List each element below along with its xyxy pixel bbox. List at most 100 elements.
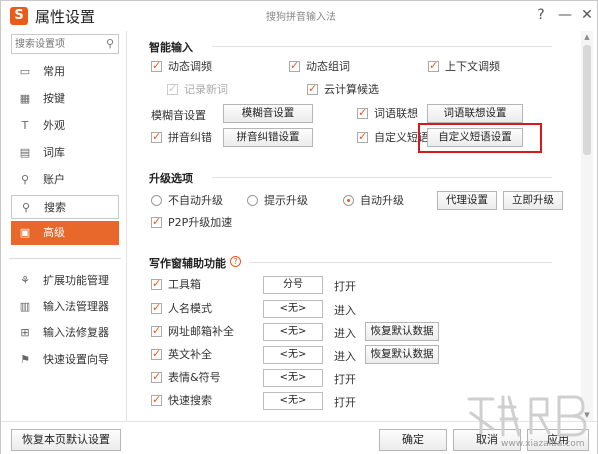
hotkey-field-emoji[interactable]: <无> xyxy=(263,369,323,387)
checkbox-url-email-completion[interactable]: 网址邮箱补全 xyxy=(151,324,234,339)
checkbox-toolbox[interactable]: 工具箱 xyxy=(151,277,201,292)
checkbox-checked-icon[interactable] xyxy=(151,393,162,407)
restore-default-data-button[interactable]: 恢复默认数据 xyxy=(365,345,439,364)
sidebar-divider xyxy=(9,258,121,259)
help-icon[interactable]: ? xyxy=(230,256,241,267)
checkbox-checked-icon[interactable] xyxy=(151,347,162,361)
section-divider xyxy=(249,262,552,263)
checkbox-dynamic-phrase[interactable]: 动态组词 xyxy=(289,59,350,74)
action-label-open: 打开 xyxy=(334,396,356,409)
radio-label: 不自动升级 xyxy=(168,194,223,207)
section-divider xyxy=(212,177,552,178)
sidebar-item-appearance[interactable]: T 外观 xyxy=(11,114,119,138)
sidebar-item-label: 搜索 xyxy=(44,201,66,214)
sidebar-tool-repair[interactable]: ⊞ 输入法修复器 xyxy=(11,321,119,345)
radio-icon[interactable] xyxy=(247,195,258,206)
checkbox-quick-search[interactable]: 快速搜索 xyxy=(151,393,212,408)
sidebar-tool-extensions[interactable]: ⚘ 扩展功能管理 xyxy=(11,269,119,293)
checkbox-label: 人名模式 xyxy=(168,302,212,315)
action-label-open: 打开 xyxy=(334,373,356,386)
checkbox-checked-icon[interactable] xyxy=(307,82,318,96)
section-divider xyxy=(212,46,552,47)
settings-search-input[interactable] xyxy=(15,37,99,51)
radio-no-auto-upgrade[interactable]: 不自动升级 xyxy=(151,194,223,208)
sidebar-item-search[interactable]: ⚲ 搜索 xyxy=(11,195,119,219)
checkbox-checked-icon[interactable] xyxy=(357,130,368,144)
checkbox-label: 动态组词 xyxy=(306,60,350,73)
checkbox-checked-icon[interactable] xyxy=(357,106,368,120)
checkbox-checked-icon[interactable] xyxy=(151,370,162,384)
sidebar-item-advanced[interactable]: ▣ 高级 xyxy=(11,221,119,245)
hotkey-field-quick-search[interactable]: <无> xyxy=(263,392,323,410)
word-association-settings-button[interactable]: 词语联想设置 xyxy=(427,104,523,123)
checkbox-label: 词语联想 xyxy=(374,107,418,120)
sidebar-tool-wizard[interactable]: ⚑ 快速设置向导 xyxy=(11,348,119,372)
sidebar-item-keys[interactable]: ▦ 按键 xyxy=(11,87,119,111)
sidebar: ⚲ ▭ 常用 ▦ 按键 T 外观 ▤ 词库 ⚲ 账户 ⚲ 搜索 ▣ 高级 ⚘ 扩展功能管理 ▥ 输… xyxy=(1,31,127,421)
sidebar-item-label: 常用 xyxy=(43,65,65,78)
checkbox-cloud-candidates[interactable]: 云计算候选 xyxy=(307,82,379,97)
fuzzy-sound-settings-button[interactable]: 模糊音设置 xyxy=(223,104,313,123)
proxy-settings-button[interactable]: 代理设置 xyxy=(437,191,497,210)
checkbox-emoji-symbols[interactable]: 表情&符号 xyxy=(151,370,221,385)
radio-auto-upgrade[interactable]: 自动升级 xyxy=(343,194,404,208)
watermark-url: www.xiazaiba.com xyxy=(501,439,585,449)
checkbox-checked-icon[interactable] xyxy=(151,277,162,291)
checkbox-checked-icon[interactable] xyxy=(428,59,439,73)
ok-button[interactable]: 确定 xyxy=(379,429,447,451)
checkbox-record-new-words[interactable]: 记录新词 xyxy=(167,82,228,97)
settings-search-box[interactable]: ⚲ xyxy=(11,34,119,54)
repair-icon: ⊞ xyxy=(20,326,30,339)
checkbox-dynamic-freq[interactable]: 动态调频 xyxy=(151,59,212,74)
help-button[interactable]: ? xyxy=(529,4,553,26)
checkbox-label: 英文补全 xyxy=(168,348,212,361)
search-icon[interactable]: ⚲ xyxy=(106,37,114,50)
checkbox-label: 网址邮箱补全 xyxy=(168,325,234,338)
hotkey-field-url-email[interactable]: <无> xyxy=(263,323,323,341)
sidebar-item-dictionary[interactable]: ▤ 词库 xyxy=(11,141,119,165)
restore-page-defaults-button[interactable]: 恢复本页默认设置 xyxy=(11,429,121,451)
hotkey-field-name-mode[interactable]: <无> xyxy=(263,300,323,318)
hotkey-field-english[interactable]: <无> xyxy=(263,346,323,364)
checkbox-p2p-upgrade[interactable]: P2P升级加速 xyxy=(151,215,232,230)
checkbox-checked-icon[interactable] xyxy=(151,130,162,144)
settings-panel: 智能输入 动态调频 动态组词 上下文调频 记录新词 云计算候选 模糊音设置 模糊… xyxy=(127,31,571,421)
window-title: 属性设置 xyxy=(35,8,96,26)
radio-selected-icon[interactable] xyxy=(343,195,354,206)
sidebar-item-common[interactable]: ▭ 常用 xyxy=(11,60,119,84)
user-icon: ⚲ xyxy=(20,173,30,186)
radio-label: 自动升级 xyxy=(360,194,404,207)
sidebar-tool-manager[interactable]: ▥ 输入法管理器 xyxy=(11,295,119,319)
extension-icon: ⚘ xyxy=(20,274,30,287)
sidebar-item-account[interactable]: ⚲ 账户 xyxy=(11,168,119,192)
sidebar-item-label: 高级 xyxy=(43,226,65,239)
checkbox-checked-icon[interactable] xyxy=(151,59,162,73)
scroll-up-arrow-icon[interactable]: ▲ xyxy=(581,31,593,43)
minimize-button[interactable]: — xyxy=(553,4,577,26)
checkbox-checked-icon[interactable] xyxy=(167,82,178,96)
monitor-icon: ▭ xyxy=(19,65,31,78)
upgrade-now-button[interactable]: 立即升级 xyxy=(503,191,563,210)
section-title-upgrade: 升级选项 xyxy=(149,172,193,185)
checkbox-pinyin-correction[interactable]: 拼音纠错 xyxy=(151,130,212,145)
radio-prompt-upgrade[interactable]: 提示升级 xyxy=(247,194,308,208)
checkbox-word-association[interactable]: 词语联想 xyxy=(357,106,418,121)
pinyin-correction-settings-button[interactable]: 拼音纠错设置 xyxy=(223,128,313,147)
action-label-open: 打开 xyxy=(334,280,356,293)
checkbox-english-completion[interactable]: 英文补全 xyxy=(151,347,212,362)
checkbox-context-freq[interactable]: 上下文调频 xyxy=(428,59,500,74)
restore-default-data-button[interactable]: 恢复默认数据 xyxy=(365,322,439,341)
hotkey-field-toolbox[interactable]: 分号 xyxy=(263,276,323,294)
radio-icon[interactable] xyxy=(151,195,162,206)
checkbox-checked-icon[interactable] xyxy=(151,301,162,315)
scrollbar-thumb[interactable] xyxy=(583,45,591,155)
flag-icon: ⚑ xyxy=(20,353,30,366)
checkbox-name-mode[interactable]: 人名模式 xyxy=(151,301,212,316)
scrollbar[interactable]: ▲ ▼ xyxy=(581,31,593,421)
checkbox-label: 表情&符号 xyxy=(168,371,221,384)
close-button[interactable]: ✕ xyxy=(575,4,598,26)
checkbox-checked-icon[interactable] xyxy=(151,324,162,338)
checkbox-checked-icon[interactable] xyxy=(289,59,300,73)
action-label-enter: 进入 xyxy=(334,327,356,340)
checkbox-checked-icon[interactable] xyxy=(151,215,162,229)
